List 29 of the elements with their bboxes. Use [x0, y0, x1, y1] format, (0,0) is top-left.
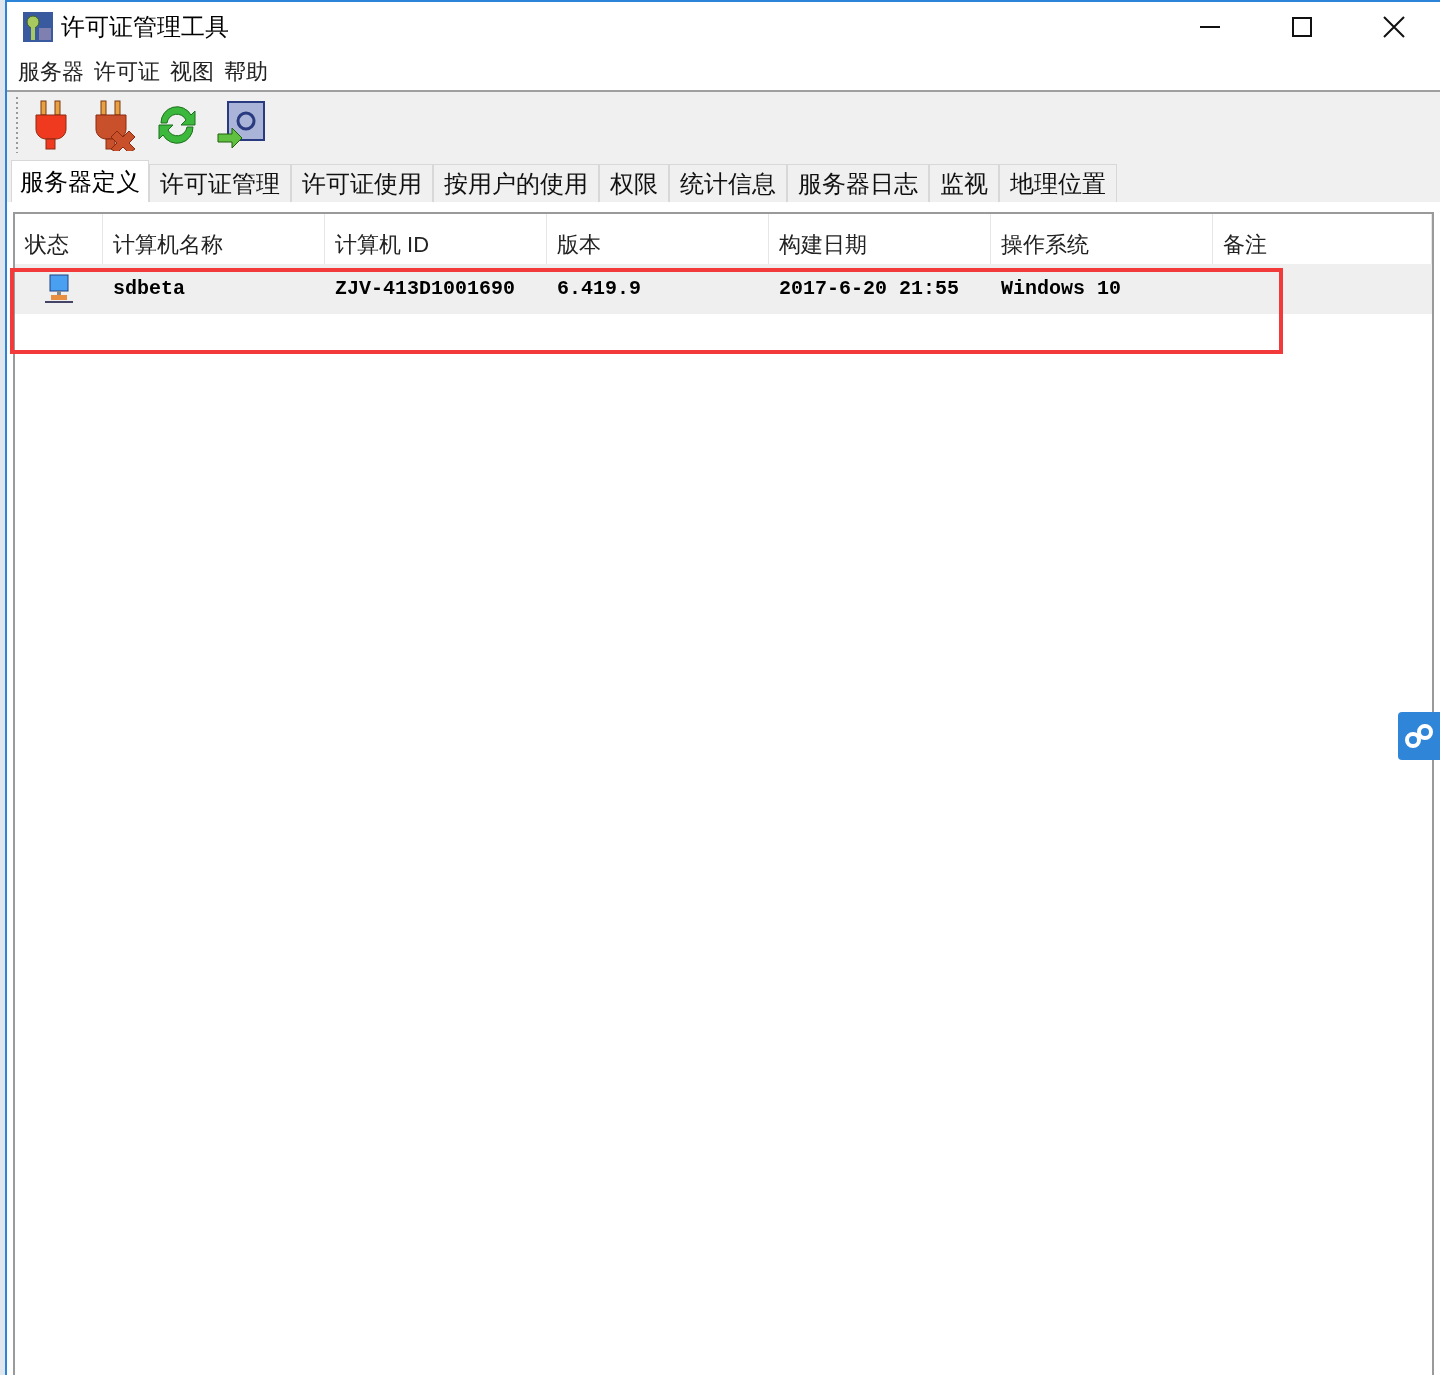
tab[interactable]: 监视	[929, 164, 999, 202]
floating-link-button[interactable]	[1398, 712, 1440, 760]
tab[interactable]: 按用户的使用	[433, 164, 599, 202]
tab[interactable]: 服务器日志	[787, 164, 929, 202]
tab[interactable]: 权限	[599, 164, 669, 202]
menu-item[interactable]: 视图	[166, 54, 218, 88]
minimize-icon	[1200, 26, 1220, 28]
tab[interactable]: 许可证使用	[291, 164, 433, 202]
table-cell: ZJV-413D1001690	[335, 277, 516, 300]
tab[interactable]: 服务器定义	[11, 160, 149, 202]
table-cell: 2017-6-20 21:55	[779, 277, 960, 300]
vault-arrow-icon	[216, 100, 266, 150]
tab[interactable]: 许可证管理	[149, 164, 291, 202]
key-app-icon	[21, 10, 55, 44]
table-cell: Windows 10	[1001, 277, 1122, 300]
menu-item[interactable]: 帮助	[220, 54, 272, 88]
menu-item[interactable]: 服务器	[14, 54, 88, 88]
maximize-icon	[1292, 17, 1312, 37]
window-title: 许可证管理工具	[61, 12, 229, 42]
tab[interactable]: 统计信息	[669, 164, 787, 202]
close-icon	[1383, 16, 1405, 38]
computer-icon	[43, 273, 75, 305]
table-cell: 6.419.9	[557, 277, 641, 300]
link-icon	[1404, 723, 1434, 749]
menu-item[interactable]: 许可证	[90, 54, 164, 88]
table-row[interactable]: sdbeta ZJV-413D1001690 6.419.9 2017-6-20 21:55 Windows 10	[15, 264, 1432, 314]
toolbar-grip-icon	[15, 95, 19, 155]
table-cell: sdbeta	[113, 277, 185, 300]
tab[interactable]: 地理位置	[999, 164, 1117, 202]
